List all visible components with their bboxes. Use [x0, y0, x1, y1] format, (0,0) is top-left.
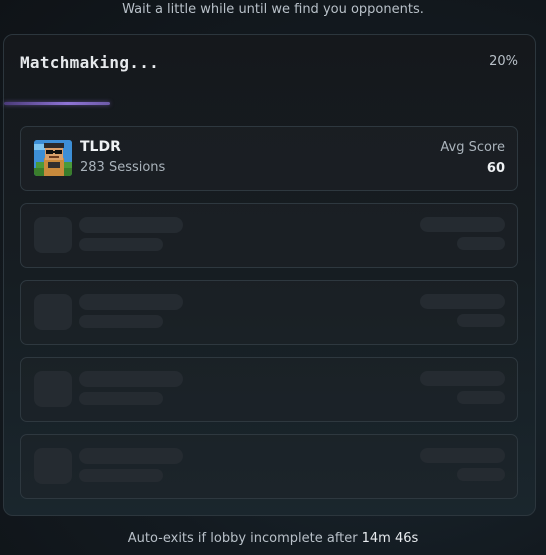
pixel-avatar-icon	[34, 140, 72, 176]
placeholder-card	[20, 280, 518, 345]
skeleton-line	[79, 448, 183, 464]
skeleton-line	[457, 391, 505, 404]
auto-exit-text: Auto-exits if lobby incomplete after	[127, 531, 358, 546]
skeleton-avatar	[34, 448, 72, 484]
skeleton-line	[79, 392, 163, 405]
skeleton-line	[79, 238, 163, 251]
page-subtitle: Wait a little while until we find you op…	[122, 2, 424, 17]
avg-score-label: Avg Score	[440, 140, 505, 155]
placeholder-card	[20, 434, 518, 499]
progress-bar	[4, 102, 534, 105]
placeholder-card	[20, 357, 518, 422]
skeleton-line	[79, 469, 163, 482]
skeleton-line	[457, 237, 505, 250]
skeleton-line	[79, 294, 183, 310]
skeleton-line	[457, 468, 505, 481]
skeleton-line	[79, 315, 163, 328]
player-card: TLDR 283 Sessions Avg Score 60	[20, 126, 518, 191]
panel-title: Matchmaking...	[20, 53, 160, 72]
auto-exit-timer: 14m 46s	[361, 531, 419, 546]
progress-bar-fill	[4, 102, 110, 105]
skeleton-line	[420, 294, 505, 309]
skeleton-line	[420, 448, 505, 463]
placeholder-card	[20, 203, 518, 268]
skeleton-line	[420, 217, 505, 232]
player-name: TLDR	[80, 139, 121, 155]
matchmaking-panel: Matchmaking... 20% TLDR 283 Sessions Avg…	[3, 34, 536, 516]
skeleton-line	[457, 314, 505, 327]
skeleton-line	[79, 217, 183, 233]
player-sessions: 283 Sessions	[80, 160, 166, 175]
skeleton-avatar	[34, 294, 72, 330]
skeleton-line	[79, 371, 183, 387]
skeleton-avatar	[34, 371, 72, 407]
skeleton-avatar	[34, 217, 72, 253]
avg-score-value: 60	[486, 161, 505, 176]
progress-percent: 20%	[489, 54, 518, 69]
skeleton-line	[420, 371, 505, 386]
auto-exit-notice: Auto-exits if lobby incomplete after 14m …	[0, 531, 546, 546]
